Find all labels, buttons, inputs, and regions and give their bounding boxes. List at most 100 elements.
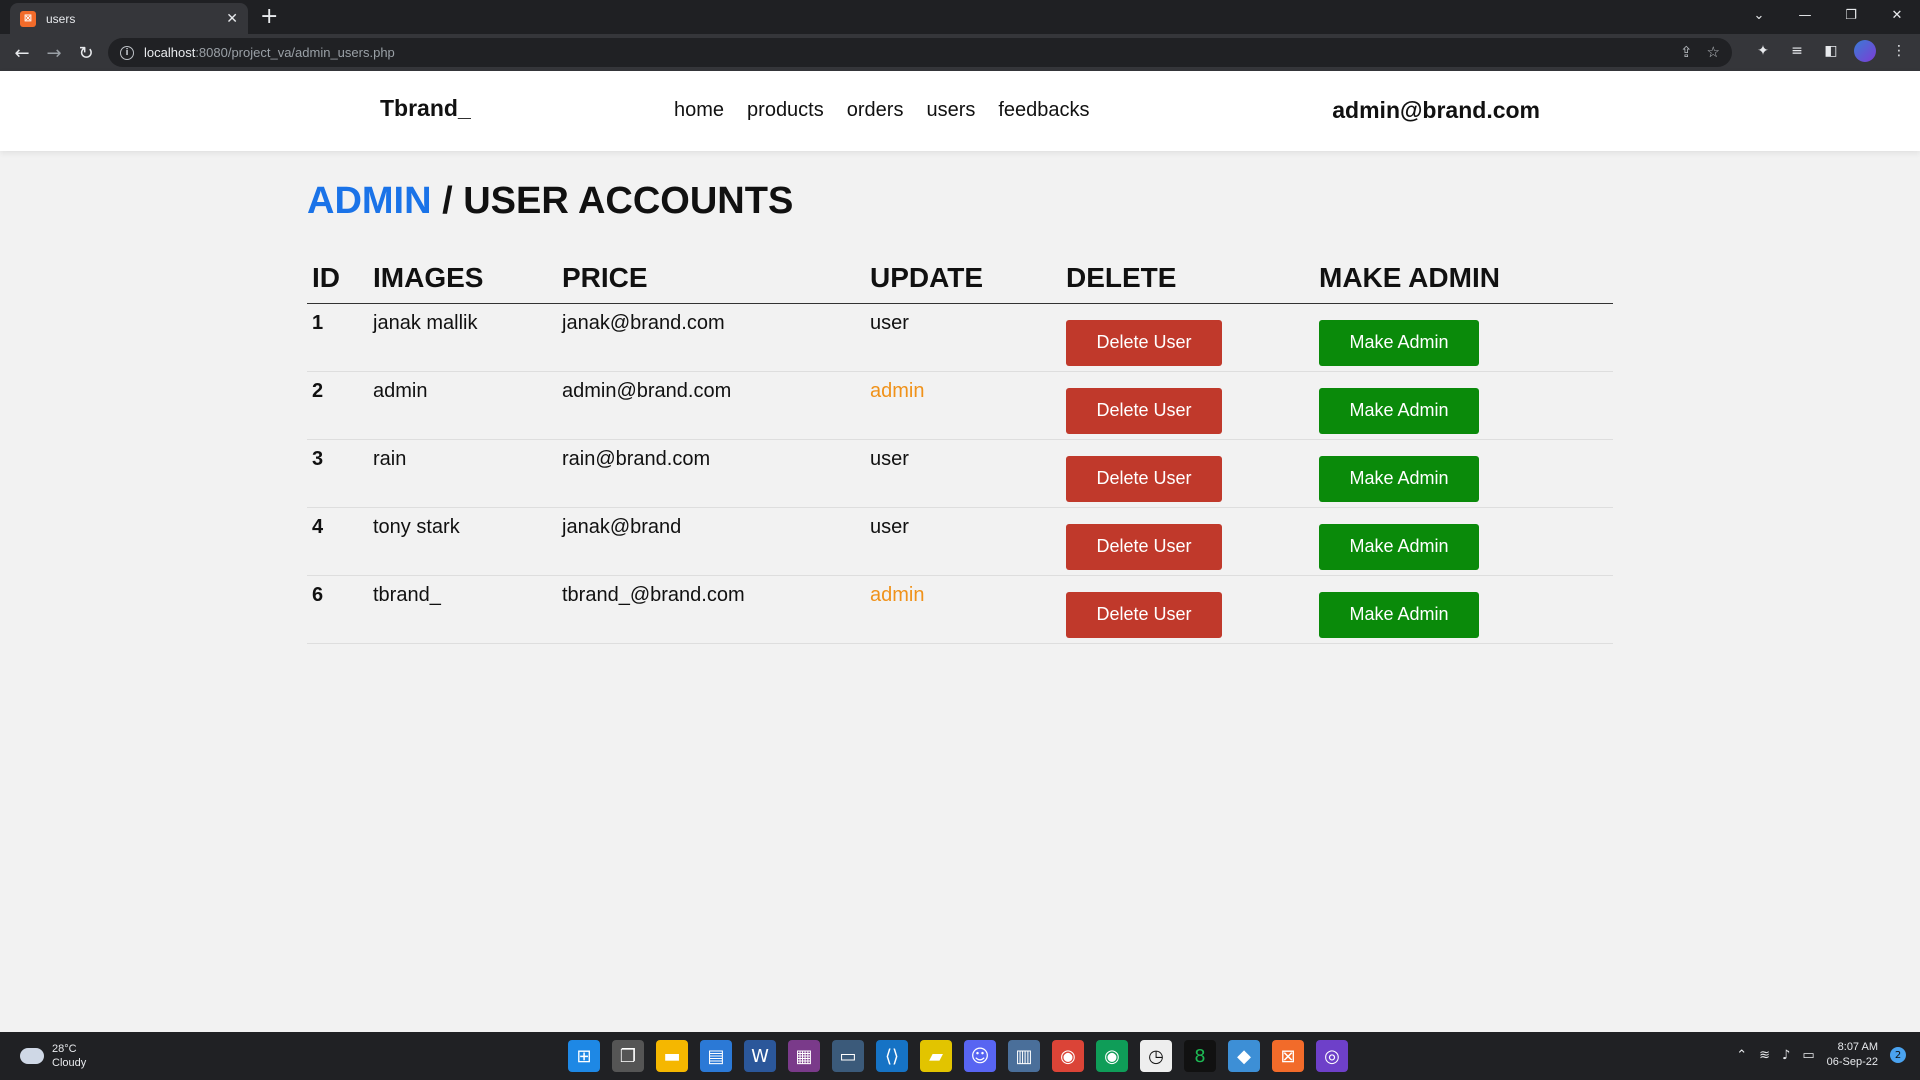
start-icon[interactable]: ⊞ — [568, 1040, 600, 1072]
make-admin-cell: Make Admin — [1314, 507, 1613, 576]
clock-app-icon[interactable]: ◷ — [1140, 1040, 1172, 1072]
make-admin-button[interactable]: Make Admin — [1319, 591, 1479, 638]
notification-badge[interactable]: 2 — [1890, 1047, 1906, 1063]
user-name: tbrand_ — [368, 575, 557, 644]
delete-user-button[interactable]: Delete User — [1066, 591, 1222, 638]
store-icon[interactable]: ▦ — [788, 1040, 820, 1072]
nav-home[interactable]: home — [674, 99, 724, 122]
minimize-icon[interactable]: — — [1782, 0, 1828, 30]
notepad-icon[interactable]: ▤ — [700, 1040, 732, 1072]
delete-cell: Delete User — [1061, 507, 1314, 576]
sticky-notes-icon[interactable]: ▰ — [920, 1040, 952, 1072]
vscode-icon[interactable]: ⟨⟩ — [876, 1040, 908, 1072]
tab-close-icon[interactable]: ✕ — [226, 11, 238, 27]
site-logo[interactable]: Tbrand_ — [380, 95, 471, 122]
volume-icon[interactable]: ♪ — [1782, 1048, 1790, 1063]
remote-desktop-icon[interactable]: ▭ — [832, 1040, 864, 1072]
new-tab-icon[interactable]: + — [260, 4, 278, 30]
weather-temperature: 28°C — [52, 1043, 77, 1055]
user-id: 1 — [307, 303, 368, 372]
header-price: PRICE — [557, 253, 865, 304]
battery-icon[interactable]: ▭ — [1802, 1048, 1814, 1063]
browser-toolbar: ← → ↻ i localhost:8080/project_va/admin_… — [0, 34, 1920, 71]
chrome-icon[interactable]: ◉ — [1052, 1040, 1084, 1072]
make-admin-button[interactable]: Make Admin — [1319, 387, 1479, 434]
user-id: 3 — [307, 439, 368, 508]
clock-date: 06-Sep-22 — [1826, 1056, 1878, 1068]
user-email: rain@brand.com — [557, 439, 865, 508]
nav-users[interactable]: users — [926, 99, 975, 122]
reading-list-icon[interactable]: ≡ — [1786, 40, 1808, 62]
chevron-up-icon[interactable]: ⌃ — [1736, 1048, 1747, 1063]
url-text: localhost:8080/project_va/admin_users.ph… — [144, 45, 395, 60]
system-tray: ⌃ ≋ ♪ ▭ 8:07 AM 06-Sep-22 2 — [1736, 1040, 1906, 1070]
make-admin-cell: Make Admin — [1314, 303, 1613, 372]
wifi-icon[interactable]: ≋ — [1759, 1048, 1770, 1063]
bookmark-star-icon[interactable]: ☆ — [1707, 43, 1720, 61]
file-explorer-icon[interactable]: ▬ — [656, 1040, 688, 1072]
header-images: IMAGES — [368, 253, 557, 304]
resource-monitor-icon[interactable]: ▥ — [1008, 1040, 1040, 1072]
extensions-icon[interactable]: ✦ — [1752, 40, 1774, 62]
task-view-icon[interactable]: ❐ — [612, 1040, 644, 1072]
side-panel-icon[interactable]: ◧ — [1820, 40, 1842, 62]
nav-feedbacks[interactable]: feedbacks — [998, 99, 1089, 122]
users-table: ID IMAGES PRICE UPDATE DELETE MAKE ADMIN… — [307, 253, 1613, 644]
user-email: janak@brand.com — [557, 303, 865, 372]
make-admin-cell: Make Admin — [1314, 371, 1613, 440]
user-email: tbrand_@brand.com — [557, 575, 865, 644]
close-window-icon[interactable]: ✕ — [1874, 0, 1920, 30]
window-controls: ⌄ — ❐ ✕ — [1736, 0, 1920, 30]
header-delete: DELETE — [1061, 253, 1314, 304]
delete-cell: Delete User — [1061, 303, 1314, 372]
delete-cell: Delete User — [1061, 439, 1314, 508]
chrome-profile-icon[interactable]: ◉ — [1096, 1040, 1128, 1072]
make-admin-cell: Make Admin — [1314, 439, 1613, 508]
reload-icon[interactable]: ↻ — [72, 39, 100, 67]
xampp-favicon-icon: ⊠ — [20, 10, 36, 27]
delete-user-button[interactable]: Delete User — [1066, 319, 1222, 366]
menu-icon[interactable]: ⋮ — [1888, 40, 1910, 62]
address-bar[interactable]: i localhost:8080/project_va/admin_users.… — [108, 38, 1732, 67]
weather-condition: Cloudy — [52, 1057, 87, 1069]
user-name: rain — [368, 439, 557, 508]
make-admin-cell: Make Admin — [1314, 575, 1613, 644]
tab-title: users — [46, 11, 76, 26]
header-make-admin: MAKE ADMIN — [1314, 253, 1613, 304]
weather-widget[interactable]: 28°C Cloudy — [20, 1042, 86, 1070]
make-admin-button[interactable]: Make Admin — [1319, 523, 1479, 570]
user-role: user — [865, 439, 1061, 508]
delete-cell: Delete User — [1061, 575, 1314, 644]
make-admin-button[interactable]: Make Admin — [1319, 455, 1479, 502]
delete-cell: Delete User — [1061, 371, 1314, 440]
user-role: admin — [865, 575, 1061, 644]
browser-tab[interactable]: ⊠ users ✕ — [10, 3, 248, 34]
taskbar-apps: ⊞ ❐ ▬ ▤ W ▦ ▭ ⟨⟩ ▰ ☺ ▥ ◉ ◉ ◷ 8 ◆ ⊠ ◎ — [568, 1040, 1348, 1072]
breadcrumb-admin[interactable]: ADMIN — [307, 180, 432, 222]
share-icon[interactable]: ⇪ — [1680, 43, 1693, 61]
nav-products[interactable]: products — [747, 99, 824, 122]
word-icon[interactable]: W — [744, 1040, 776, 1072]
virtualbox-icon[interactable]: ◆ — [1228, 1040, 1260, 1072]
nav-orders[interactable]: orders — [847, 99, 904, 122]
site-info-icon[interactable]: i — [120, 45, 134, 60]
profile-avatar[interactable] — [1854, 40, 1876, 62]
delete-user-button[interactable]: Delete User — [1066, 523, 1222, 570]
back-icon[interactable]: ← — [8, 39, 36, 67]
header-id: ID — [307, 253, 368, 304]
make-admin-button[interactable]: Make Admin — [1319, 319, 1479, 366]
user-id: 2 — [307, 371, 368, 440]
number-app-icon[interactable]: 8 — [1184, 1040, 1216, 1072]
forward-icon[interactable]: → — [40, 39, 68, 67]
delete-user-button[interactable]: Delete User — [1066, 455, 1222, 502]
xampp-icon[interactable]: ⊠ — [1272, 1040, 1304, 1072]
table-header-row: ID IMAGES PRICE UPDATE DELETE MAKE ADMIN — [307, 253, 1613, 304]
restore-icon[interactable]: ❐ — [1828, 0, 1874, 30]
github-desktop-icon[interactable]: ◎ — [1316, 1040, 1348, 1072]
tab-search-icon[interactable]: ⌄ — [1736, 0, 1782, 30]
system-clock[interactable]: 8:07 AM 06-Sep-22 — [1827, 1040, 1878, 1070]
user-id: 6 — [307, 575, 368, 644]
table-row: 6 tbrand_ tbrand_@brand.com admin Delete… — [307, 575, 1613, 644]
delete-user-button[interactable]: Delete User — [1066, 387, 1222, 434]
discord-icon[interactable]: ☺ — [964, 1040, 996, 1072]
